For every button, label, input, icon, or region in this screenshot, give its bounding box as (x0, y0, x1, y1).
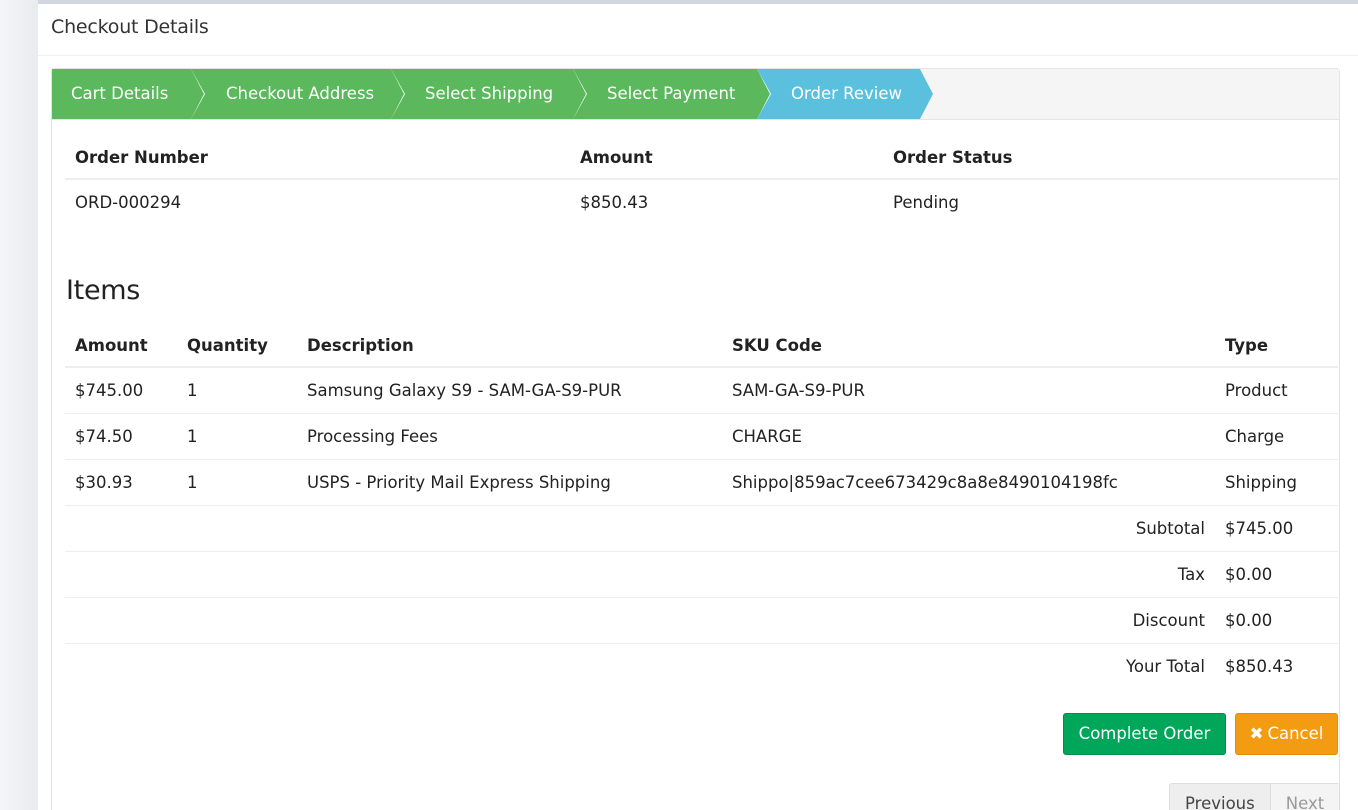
item-description: Processing Fees (297, 412, 722, 459)
step-select-payment[interactable]: Select Payment (573, 69, 771, 119)
order-status: Pending (893, 192, 959, 212)
item-quantity: 1 (177, 458, 297, 505)
item-type: Shipping (1215, 458, 1338, 505)
total-value: $850.43 (1215, 642, 1338, 689)
page-title: Checkout Details (51, 16, 209, 38)
checkout-panel: Checkout Details Cart Details Checkout A… (38, 0, 1358, 810)
panel-header: Checkout Details (38, 4, 1358, 56)
total-row: Your Total $850.43 (65, 642, 1338, 689)
order-number-header: Order Number (65, 137, 570, 180)
cancel-label: Cancel (1267, 724, 1324, 743)
subtotal-label: Subtotal (65, 504, 1215, 551)
item-type: Charge (1215, 412, 1338, 459)
step-select-shipping[interactable]: Select Shipping (391, 69, 587, 119)
order-amount: $850.43 (580, 192, 649, 212)
item-description: USPS - Priority Mail Express Shipping (297, 458, 722, 505)
amount-header: Amount (65, 325, 177, 368)
step-checkout-address[interactable]: Checkout Address (191, 69, 405, 119)
tax-label: Tax (65, 550, 1215, 597)
item-quantity: 1 (177, 412, 297, 459)
step-label: Checkout Address (226, 84, 375, 103)
discount-row: Discount $0.00 (65, 596, 1338, 643)
subtotal-value: $745.00 (1215, 504, 1338, 551)
step-label: Cart Details (71, 84, 169, 103)
item-type: Product (1225, 380, 1288, 400)
step-label: Order Review (791, 84, 903, 103)
amount-header: Amount (570, 137, 883, 180)
item-quantity: 1 (187, 380, 198, 400)
order-summary-table: Order Number Amount Order Status ORD-000… (65, 137, 1338, 224)
total-label: Your Total (65, 642, 1215, 689)
item-amount: $74.50 (65, 412, 177, 459)
complete-order-button[interactable]: Complete Order (1063, 713, 1226, 755)
tax-row: Tax $0.00 (65, 550, 1338, 597)
step-cart-details[interactable]: Cart Details (52, 69, 205, 119)
items-heading: Items (66, 275, 141, 306)
subtotal-row: Subtotal $745.00 (65, 504, 1338, 551)
item-amount: $30.93 (65, 458, 177, 505)
step-order-review[interactable]: Order Review (757, 69, 933, 119)
table-row: $745.00 1 Samsung Galaxy S9 - SAM-GA-S9-… (65, 367, 1338, 413)
item-description: Samsung Galaxy S9 - SAM-GA-S9-PUR (307, 380, 622, 400)
sku-header: SKU Code (722, 325, 1215, 368)
wizard-steps: Cart Details Checkout Address Select Shi… (52, 69, 1339, 120)
tax-value: $0.00 (1215, 550, 1338, 597)
checkout-wizard: Cart Details Checkout Address Select Shi… (51, 68, 1341, 810)
table-row: $30.93 1 USPS - Priority Mail Express Sh… (65, 458, 1338, 505)
item-sku: Shippo|859ac7cee673429c8a8e8490104198fc (722, 458, 1215, 505)
order-number: ORD-000294 (75, 192, 182, 212)
item-sku: SAM-GA-S9-PUR (732, 380, 865, 400)
times-icon: ✖ (1249, 724, 1264, 743)
cancel-button[interactable]: ✖ Cancel (1235, 713, 1338, 755)
type-header: Type (1215, 325, 1338, 368)
sidebar-background (0, 0, 38, 810)
step-label: Select Payment (607, 84, 736, 103)
description-header: Description (297, 325, 722, 368)
discount-value: $0.00 (1215, 596, 1338, 643)
table-row: ORD-000294 $850.43 Pending (65, 179, 1338, 224)
item-sku: CHARGE (722, 412, 1215, 459)
quantity-header: Quantity (177, 325, 297, 368)
item-amount: $745.00 (75, 380, 144, 400)
wizard-pager: Previous Next (1169, 783, 1341, 810)
previous-button[interactable]: Previous (1170, 784, 1271, 810)
order-status-header: Order Status (883, 137, 1338, 180)
step-label: Select Shipping (425, 84, 554, 103)
discount-label: Discount (65, 596, 1215, 643)
next-button[interactable]: Next (1270, 784, 1340, 810)
table-row: $74.50 1 Processing Fees CHARGE Charge (65, 412, 1338, 459)
items-table: Amount Quantity Description SKU Code Typ… (65, 325, 1338, 689)
